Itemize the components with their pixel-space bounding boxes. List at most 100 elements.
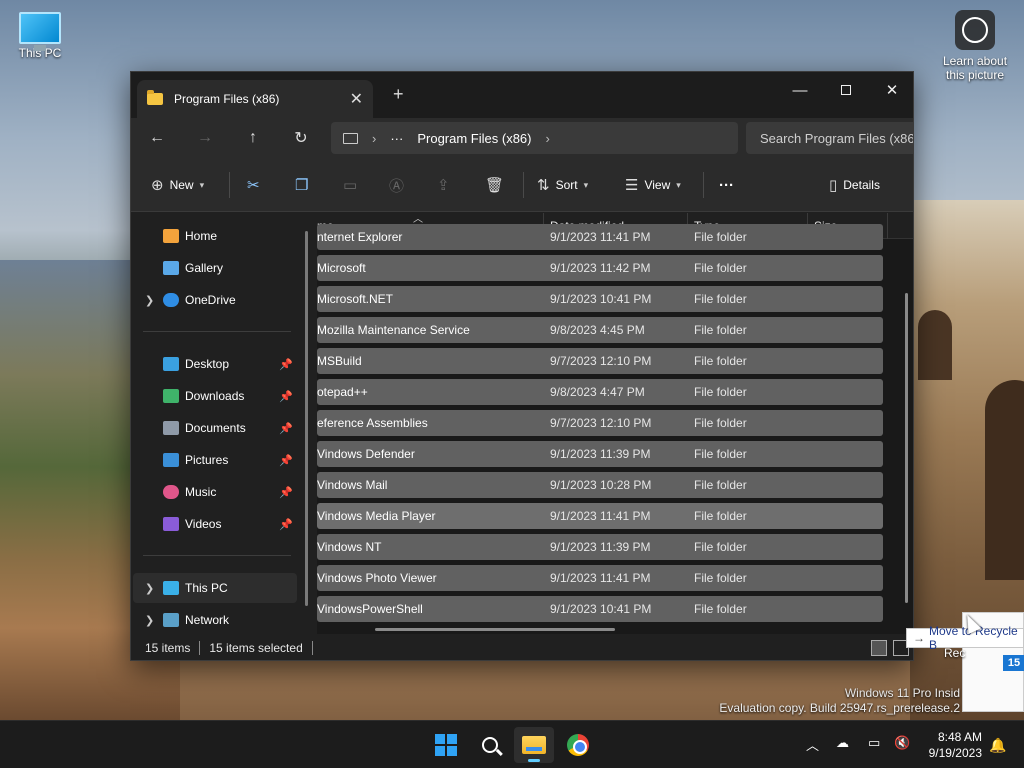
trash-icon: 🗑 bbox=[485, 177, 505, 194]
sidebar-item-home[interactable]: Home bbox=[133, 221, 297, 251]
desktop-icon-label: Learn about this picture bbox=[942, 54, 1008, 82]
chevron-right-icon[interactable]: ❯ bbox=[145, 582, 154, 595]
sidebar-item-network[interactable]: ❯ Network bbox=[133, 605, 297, 635]
volume-muted-icon[interactable]: 🔇 bbox=[894, 735, 910, 751]
sidebar-item-onedrive[interactable]: ❯ OneDrive bbox=[133, 285, 297, 315]
table-row[interactable]: Microsoft.NET 9/1/2023 10:41 PM File folde… bbox=[317, 286, 883, 312]
sidebar-item-label: Desktop bbox=[185, 357, 230, 371]
chevron-right-icon[interactable]: › bbox=[372, 131, 376, 146]
address-bar[interactable]: › ··· Program Files (x86) › bbox=[331, 122, 738, 154]
sidebar-item-this-pc[interactable]: ❯ This PC bbox=[133, 573, 297, 603]
pin-icon: 📌 bbox=[279, 390, 293, 403]
sidebar-item-pictures[interactable]: Pictures 📌 bbox=[133, 445, 297, 475]
gallery-icon bbox=[163, 261, 179, 275]
chevron-up-icon[interactable]: ︿ bbox=[806, 735, 819, 754]
onedrive-status-icon[interactable]: ☁ bbox=[836, 735, 849, 751]
pin-icon: 📌 bbox=[279, 518, 293, 531]
tab-program-files[interactable]: Program Files (x86) ✕ bbox=[137, 80, 373, 118]
search-icon bbox=[482, 737, 498, 753]
sort-label: Sort bbox=[555, 178, 578, 192]
copy-button[interactable]: ❐ bbox=[295, 172, 308, 198]
table-row[interactable]: Vindows NT 9/1/2023 11:39 PM File folder bbox=[317, 534, 883, 560]
up-arrow-icon[interactable]: ↑ bbox=[239, 126, 267, 150]
more-options-button[interactable]: ··· bbox=[719, 172, 734, 198]
start-button[interactable] bbox=[426, 727, 466, 763]
sort-button[interactable]: ⇅ Sort ▾ bbox=[537, 172, 588, 198]
search-input[interactable]: Search Program Files (x86) bbox=[746, 122, 913, 154]
sidebar-item-music[interactable]: Music 📌 bbox=[133, 477, 297, 507]
maximize-button[interactable] bbox=[823, 76, 869, 104]
sidebar-item-gallery[interactable]: Gallery bbox=[133, 253, 297, 283]
table-row[interactable]: Microsoft 9/1/2023 11:42 PM File folder bbox=[317, 255, 883, 281]
sidebar-scrollbar[interactable] bbox=[305, 231, 308, 606]
drag-tooltip: → Move to Recycle B bbox=[906, 624, 1024, 652]
rename-button[interactable]: Ⓐ bbox=[389, 172, 404, 198]
details-label: Details bbox=[843, 178, 880, 192]
network-icon bbox=[163, 613, 179, 627]
drag-count-badge: 15 bbox=[1003, 655, 1024, 671]
sidebar-item-documents[interactable]: Documents 📌 bbox=[133, 413, 297, 443]
table-row[interactable]: Mozilla Maintenance Service 9/8/2023 4:45… bbox=[317, 317, 883, 343]
close-window-button[interactable]: ✕ bbox=[869, 76, 913, 104]
cell-date: 9/1/2023 10:28 PM bbox=[550, 478, 652, 492]
table-row[interactable]: Vindows Media Player 9/1/2023 11:41 PM Fil… bbox=[317, 503, 883, 529]
horizontal-scrollbar[interactable] bbox=[375, 628, 615, 631]
table-row[interactable]: Vindows Photo Viewer 9/1/2023 11:41 PM Fil… bbox=[317, 565, 883, 591]
chrome-icon bbox=[567, 734, 589, 756]
new-tab-button[interactable]: + bbox=[393, 84, 404, 105]
chevron-down-icon: ▾ bbox=[583, 179, 589, 190]
table-row[interactable]: nternet Explorer 9/1/2023 11:41 PM File fo… bbox=[317, 224, 883, 250]
copy-icon: ❐ bbox=[295, 177, 309, 194]
sidebar-item-desktop[interactable]: Desktop 📌 bbox=[133, 349, 297, 379]
table-row[interactable]: otepad++ 9/8/2023 4:47 PM File folder bbox=[317, 379, 883, 405]
share-button[interactable]: ⇪ bbox=[437, 172, 450, 198]
taskbar: ︿ ☁ ▭ 🔇 8:48 AM 9/19/2023 🔔 bbox=[0, 720, 1024, 768]
cell-date: 9/1/2023 11:41 PM bbox=[550, 230, 651, 244]
back-arrow-icon[interactable]: ← bbox=[143, 126, 171, 150]
table-row[interactable]: VindowsPowerShell 9/1/2023 10:41 PM File f… bbox=[317, 596, 883, 622]
view-label: View bbox=[644, 178, 671, 192]
desktop-icon-this-pc[interactable]: This PC bbox=[10, 12, 70, 60]
title-bar[interactable]: Program Files (x86) ✕ + — ✕ bbox=[131, 72, 913, 118]
sidebar-item-downloads[interactable]: Downloads 📌 bbox=[133, 381, 297, 411]
sidebar-item-videos[interactable]: Videos 📌 bbox=[133, 509, 297, 539]
table-row[interactable]: MSBuild 9/7/2023 12:10 PM File folder bbox=[317, 348, 883, 374]
paste-button[interactable]: ▭ bbox=[343, 172, 357, 198]
new-button[interactable]: ⊕ New ▾ bbox=[151, 172, 204, 198]
breadcrumb-more[interactable]: ··· bbox=[390, 131, 403, 146]
close-tab-icon[interactable]: ✕ bbox=[350, 89, 363, 109]
taskbar-clock[interactable]: 8:48 AM 9/19/2023 bbox=[920, 729, 982, 761]
table-row[interactable]: eference Assemblies 9/7/2023 12:10 PM File… bbox=[317, 410, 883, 436]
cell-name: nternet Explorer bbox=[317, 230, 403, 244]
pin-icon: 📌 bbox=[279, 358, 293, 371]
chevron-right-icon[interactable]: › bbox=[545, 131, 549, 146]
cell-name: Microsoft.NET bbox=[317, 292, 394, 306]
table-row[interactable]: Vindows Mail 9/1/2023 10:28 PM File folder bbox=[317, 472, 883, 498]
details-view-icon[interactable] bbox=[871, 640, 887, 656]
desktop-icon-learn-about-picture[interactable]: Learn about this picture bbox=[936, 10, 1014, 82]
view-button[interactable]: ☰ View ▾ bbox=[625, 172, 681, 198]
vertical-scrollbar[interactable] bbox=[905, 293, 908, 603]
status-divider bbox=[311, 641, 313, 655]
details-pane-button[interactable]: ▯ Details bbox=[829, 172, 880, 198]
cut-button[interactable]: ✂ bbox=[247, 172, 260, 198]
watermark-line: Evaluation copy. Build 25947.rs_prerelea… bbox=[719, 701, 960, 715]
taskbar-file-explorer[interactable] bbox=[514, 727, 554, 763]
chevron-right-icon[interactable]: ❯ bbox=[145, 614, 154, 627]
breadcrumb-current[interactable]: Program Files (x86) bbox=[417, 131, 531, 146]
table-row[interactable]: Vindows Defender 9/1/2023 11:39 PM File fo… bbox=[317, 441, 883, 467]
taskbar-chrome[interactable] bbox=[558, 727, 598, 763]
cell-type: File folder bbox=[694, 230, 747, 244]
network-status-icon[interactable]: ▭ bbox=[868, 735, 880, 751]
sidebar-item-label: This PC bbox=[185, 581, 228, 595]
chevron-right-icon[interactable]: ❯ bbox=[145, 294, 154, 307]
sidebar-item-label: Network bbox=[185, 613, 230, 627]
sidebar-item-label: OneDrive bbox=[185, 293, 236, 307]
notification-bell-icon[interactable]: 🔔 bbox=[989, 737, 1006, 754]
refresh-icon[interactable]: ↻ bbox=[287, 126, 315, 150]
taskbar-search-button[interactable] bbox=[470, 727, 510, 763]
column-divider[interactable] bbox=[887, 213, 888, 239]
minimize-button[interactable]: — bbox=[777, 76, 823, 104]
forward-arrow-icon[interactable]: → bbox=[191, 126, 219, 150]
delete-button[interactable]: 🗑 bbox=[485, 172, 504, 198]
